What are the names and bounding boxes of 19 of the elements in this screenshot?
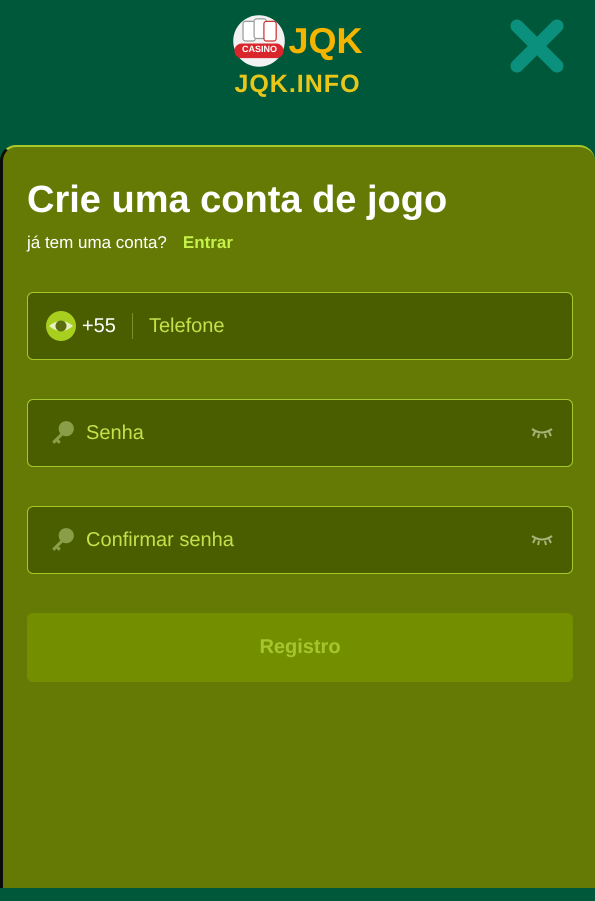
logo-domain: JQK.INFO — [234, 70, 361, 99]
close-button[interactable] — [509, 18, 565, 74]
password-input[interactable]: Confirmar senha — [86, 528, 530, 552]
eye-closed-icon[interactable] — [530, 533, 554, 547]
input-field[interactable]: +55 Telefone — [27, 292, 573, 360]
form-title: Crie uma conta de jogo — [27, 178, 448, 223]
input-field[interactable]: Senha — [27, 399, 573, 467]
key-icon — [50, 420, 76, 446]
logo-brand: JQK — [288, 20, 363, 62]
eye-closed-icon[interactable] — [530, 426, 554, 440]
login-prompt: já tem uma conta? — [27, 233, 167, 253]
key-icon — [50, 527, 76, 553]
logo-badge-text: CASINO — [240, 44, 278, 54]
country-code[interactable]: +55 — [82, 314, 116, 338]
casino-chip-icon — [232, 14, 286, 68]
input-field[interactable]: Confirmar senha — [27, 506, 573, 574]
password-input[interactable]: Senha — [86, 422, 530, 444]
phone-input[interactable]: Telefone — [148, 314, 554, 338]
login-link[interactable]: Entrar — [182, 233, 233, 253]
